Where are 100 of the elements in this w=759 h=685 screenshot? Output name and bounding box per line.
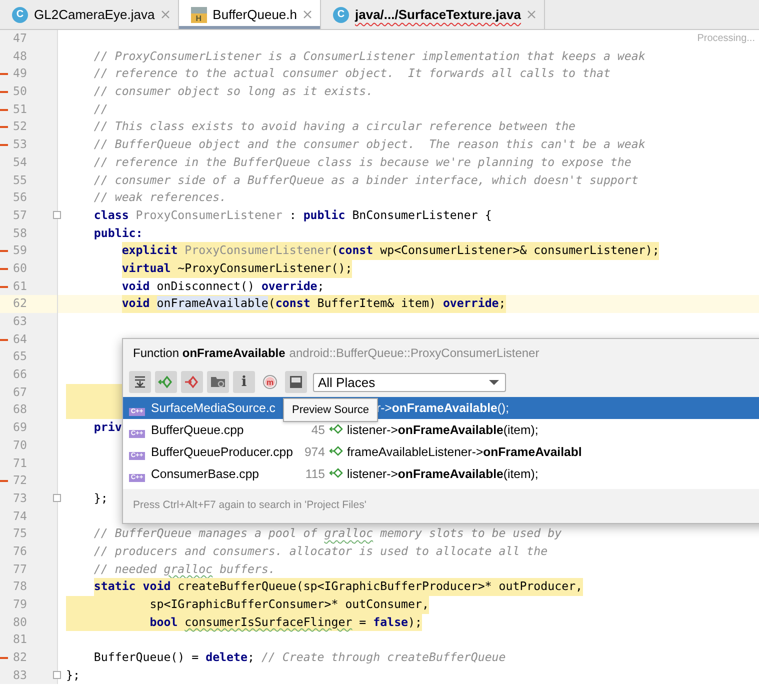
fold-marker-icon[interactable] [53,210,61,219]
line-number: 47 [13,30,27,47]
expand-icon [132,374,148,390]
line-number: 70 [13,436,27,454]
hint-text: Press Ctrl+Alt+F7 again to search in 'Project Files' [133,499,366,511]
line-number: 55 [13,172,27,188]
folder-icon [210,374,226,390]
close-icon[interactable] [160,10,170,19]
line-number: 83 [13,666,27,684]
line-number: 53 [13,136,27,154]
code-line: // This class exists to avoid having a circular reference between the [94,119,576,134]
line-number: 63 [13,313,27,330]
line-number: 974 [303,445,326,459]
code-line: // reference in the BufferQueue class is because we're planning to expose the [94,154,632,169]
line-number: 57 [13,206,27,224]
context-label: android::BufferQueue::ProxyConsumerListener [289,346,540,360]
line-number: 68 [13,401,27,418]
file-tab[interactable]: C GL2CameraEye.java [0,0,179,29]
line-number: 61 [13,278,27,295]
line-number: 50 [13,83,27,100]
line-number: 59 [13,242,27,260]
read-icon [158,374,174,390]
file-tab[interactable]: H BufferQueue.h [178,0,321,29]
close-icon[interactable] [303,10,312,19]
code-line: virtual ~ProxyConsumerListener(); [122,260,352,275]
line-number: 49 [13,65,27,82]
code-line: explicit ProxyConsumerListener(const wp<ConsumerListener>& consumerListener); [122,243,660,258]
line-number: 115 [304,467,326,481]
code-line: static void createBufferQueue(sp<IGraphicBufferProducer>* outProducer, [94,579,583,594]
line-number: 48 [13,48,27,65]
caret-icon [489,380,499,384]
line-number: 60 [13,260,27,277]
line-number: 75 [13,525,27,542]
file-tab[interactable]: C java/.../SurfaceTexture.java [321,0,545,29]
line-number: 76 [13,542,27,560]
line-number: 78 [13,578,27,596]
line-number: 74 [13,508,27,525]
file-name: BufferQueue.cpp [151,423,245,437]
code-line: // [94,102,108,116]
usage-icon [329,422,343,434]
write-icon [184,374,200,390]
usage-icon [329,444,343,456]
line-number: 51 [13,100,27,118]
popup-title: Function onFrameAvailable [133,346,286,360]
line-number: 81 [13,631,27,648]
code-line: public: [94,226,143,240]
code-line: // producers and consumers. allocator is used to allocate all the [94,544,548,558]
line-number: 58 [13,224,27,242]
write-button[interactable] [181,371,203,393]
line-number: 71 [13,454,27,472]
folder-button[interactable] [207,371,229,393]
code-line: // BufferQueue manages a pool of gralloc memory slots to be used by [94,526,562,540]
usage-code: frameAvailableListener->onFrameAvailabl [347,445,583,459]
code-line: sp<IGraphicBufferConsumer>* outConsumer, [150,597,429,611]
code-line: BufferQueue() = delete; // Create through createBufferQueue [94,650,506,664]
code-line: // ProxyConsumerListener is a ConsumerListener implementation that keeps a weak [94,48,646,63]
scope-dropdown[interactable]: All Places [313,372,506,392]
line-number: 73 [13,490,27,507]
usage-code: listener->onFrameAvailable(item); [347,423,540,437]
line-number: 79 [13,596,27,613]
header-file-icon: H [190,6,207,22]
line-number: 67 [13,384,27,401]
code-line: // needed gralloc buffers. [94,562,276,576]
line-number: 72 [13,472,27,490]
code-line: // BufferQueue object and the consumer object. The reason this can't be a weak [94,137,646,152]
code-line: }; [94,490,108,505]
line-number: 69 [13,419,27,436]
code-line: // consumer side of a BufferQueue as a binder interface, which doesn't support [94,172,638,186]
close-icon[interactable] [526,10,536,19]
code-line: bool consumerIsSurfaceFlinger = false); [150,614,422,629]
line-number: 80 [13,614,27,631]
expand-button[interactable] [129,371,151,393]
line-number: 45 [310,423,326,437]
code-line: // consumer object so long as it exists. [94,84,374,98]
line-number: 54 [13,154,27,171]
code-line: void onFrameAvailable(const BufferItem& item) override; [122,296,506,310]
class-icon: C [12,6,28,22]
status-text: Processing... [697,33,755,44]
usage-code: listener->onFrameAvailable(item); [347,467,540,481]
line-number: 52 [13,118,27,136]
file-name: BufferQueueProducer.cpp [151,445,294,459]
info-button[interactable]: i [233,371,255,393]
fold-marker-icon[interactable] [53,494,61,502]
code-line: priv [94,420,122,434]
line-number: 77 [13,560,27,578]
preview-button[interactable] [285,371,307,393]
class-icon: C [333,6,349,22]
code-line: }; [66,668,80,682]
line-number: 65 [13,348,27,366]
line-number: 56 [13,189,27,206]
line-number: 66 [13,366,27,384]
code-line: // reference to the actual consumer object. It forwards all calls to that [94,66,610,80]
tooltip: Preview Source [283,398,378,422]
preview-icon [288,374,304,390]
line-number: 62 [13,295,27,312]
file-name: ConsumerBase.cpp [151,467,260,481]
usage-icon [329,466,343,478]
line-number: 82 [13,649,27,666]
fold-marker-icon[interactable] [53,670,61,679]
code-line: // weak references. [94,190,227,204]
